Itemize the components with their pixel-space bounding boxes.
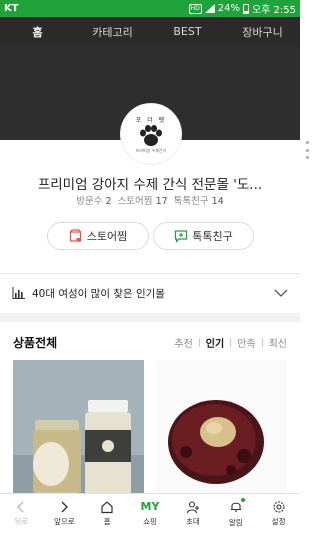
bar-chart-icon	[12, 287, 25, 299]
signal-icon	[204, 4, 215, 13]
tab-best[interactable]: BEST	[150, 17, 225, 46]
store-heart-icon	[69, 229, 81, 242]
logo-text-bottom: 프리미엄 수제간식	[135, 147, 167, 153]
home-label: 홈	[103, 517, 111, 526]
hd-badge: HD	[188, 3, 202, 14]
notification-button[interactable]: 알림	[214, 494, 257, 533]
my-shopping-button[interactable]: MY 쇼핑	[129, 494, 172, 533]
more-options-icon[interactable]	[304, 141, 310, 159]
carrier-label: KT	[4, 3, 19, 14]
popular-store-text: 40대 여성이 많이 찾은 인기몰	[32, 287, 165, 300]
store-stats: 방문수 2 스토어찜 17 톡톡친구 14	[0, 193, 300, 207]
notification-dot	[240, 498, 245, 502]
stat-talk-friends: 톡톡친구 14	[173, 196, 224, 207]
back-button[interactable]: 뒤로	[0, 494, 43, 533]
store-logo[interactable]: 포 더 펫 프리미엄 수제간식	[120, 103, 182, 165]
store-zzim-button[interactable]: 스토어찜	[47, 222, 149, 250]
invite-label: 초대	[185, 517, 200, 526]
store-name: 프리미엄 강아지 수제 간식 전문몰 '도...	[37, 177, 263, 193]
tab-home[interactable]: 홈	[0, 17, 75, 46]
stat-visits: 방문수 2	[76, 196, 112, 207]
forward-icon	[61, 501, 69, 513]
product-thumbnail-2[interactable]	[156, 360, 287, 498]
gear-icon	[273, 501, 285, 513]
popular-store-row[interactable]: 40대 여성이 많이 찾은 인기몰	[0, 274, 300, 312]
product-jars-image	[13, 360, 144, 498]
logo-text-top: 포 더 펫	[135, 116, 167, 124]
home-button[interactable]: 홈	[86, 494, 129, 533]
battery-percent: 24%	[217, 3, 240, 14]
settings-button[interactable]: 설정	[257, 494, 300, 533]
sort-latest[interactable]: 최신	[269, 335, 287, 350]
settings-label: 설정	[271, 517, 286, 526]
invite-button[interactable]: 초대	[171, 494, 214, 533]
zzim-label: 스토어찜	[86, 230, 128, 243]
shopping-label: 쇼핑	[143, 517, 157, 526]
section-gap	[0, 313, 300, 322]
paw-icon	[140, 124, 162, 146]
products-section-title: 상품전체	[13, 335, 58, 350]
status-bar: KT HD 24% 오후 2:55	[0, 0, 300, 17]
talk-friend-button[interactable]: 톡톡친구	[153, 222, 254, 250]
home-icon	[101, 501, 113, 514]
forward-button[interactable]: 앞으로	[43, 494, 86, 533]
bottom-toolbar: 뒤로 앞으로 홈 MY 쇼핑 초대 알림 설정	[0, 493, 300, 533]
status-right: HD 24% 오후 2:55	[188, 1, 296, 16]
products-section-header: 상품전체 추천 인기 만족 최신	[0, 330, 300, 354]
clock: 오후 2:55	[251, 5, 296, 16]
sort-popular[interactable]: 인기	[206, 335, 224, 350]
back-label: 뒤로	[14, 517, 29, 526]
tab-cart[interactable]: 장바구니	[225, 17, 300, 46]
back-icon	[17, 501, 24, 513]
battery-icon	[242, 3, 249, 14]
bell-icon-wrap	[229, 498, 245, 515]
tab-category[interactable]: 카테고리	[75, 17, 150, 46]
product-treat-image	[156, 360, 287, 498]
stat-zzim: 스토어찜 17	[117, 196, 168, 207]
top-tab-nav: 홈 카테고리 BEST 장바구니	[0, 17, 300, 46]
talk-label: 톡톡친구	[192, 230, 233, 243]
talk-plus-icon	[175, 230, 188, 243]
invite-icon	[186, 501, 199, 514]
forward-label: 앞으로	[53, 517, 75, 526]
sort-recommended[interactable]: 추천	[174, 335, 192, 350]
sort-satisfaction[interactable]: 만족	[237, 335, 255, 350]
notification-label: 알림	[228, 518, 243, 527]
sort-options: 추천 인기 만족 최신	[174, 335, 287, 350]
chevron-down-icon[interactable]	[274, 288, 288, 298]
product-thumbnail-1[interactable]	[13, 360, 144, 498]
my-shopping-icon: MY	[140, 500, 160, 513]
